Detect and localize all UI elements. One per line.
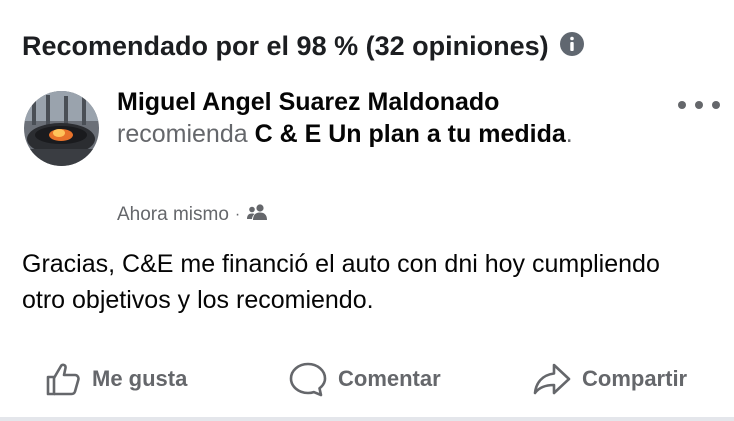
comment-button[interactable]: Comentar <box>288 356 441 402</box>
info-icon[interactable] <box>559 31 585 62</box>
avatar[interactable] <box>24 91 99 166</box>
recommend-verb: recomienda <box>117 120 248 148</box>
author-name[interactable]: Miguel Angel Suarez Maldonado <box>117 86 657 118</box>
post-body: Gracias, C&E me financió el auto con dni… <box>22 250 660 314</box>
share-button[interactable]: Compartir <box>532 356 687 402</box>
meta-separator: · <box>234 206 241 223</box>
friends-icon[interactable] <box>246 203 268 227</box>
more-dot <box>678 101 686 109</box>
recommendation-line: recomienda C & E Un plan a tu medida. <box>117 118 577 150</box>
like-label: Me gusta <box>92 366 188 391</box>
action-bar: Me gusta Comentar Compartir <box>0 356 734 402</box>
like-button[interactable]: Me gusta <box>44 356 187 402</box>
thumbs-up-icon <box>44 360 82 398</box>
more-options-button[interactable] <box>678 94 720 116</box>
post-timestamp[interactable]: Ahora mismo <box>117 204 229 226</box>
comment-bubble-icon <box>288 360 328 398</box>
share-label: Compartir <box>582 366 688 391</box>
recommendation-summary: Recomendado por el 98 % (32 opiniones) <box>22 30 549 61</box>
more-dot <box>712 101 720 109</box>
more-dot <box>695 101 703 109</box>
post-meta: Ahora mismo · <box>117 202 268 228</box>
sentence-period: . <box>565 120 573 148</box>
comment-label: Comentar <box>338 366 441 391</box>
recommendation-header: Recomendado por el 98 % (32 opiniones) <box>22 28 585 64</box>
page-name-link[interactable]: C & E Un plan a tu medida <box>255 120 566 148</box>
bottom-divider <box>0 417 734 421</box>
post-header: Miguel Angel Suarez Maldonado recomienda… <box>117 86 657 150</box>
share-arrow-icon <box>532 360 572 398</box>
